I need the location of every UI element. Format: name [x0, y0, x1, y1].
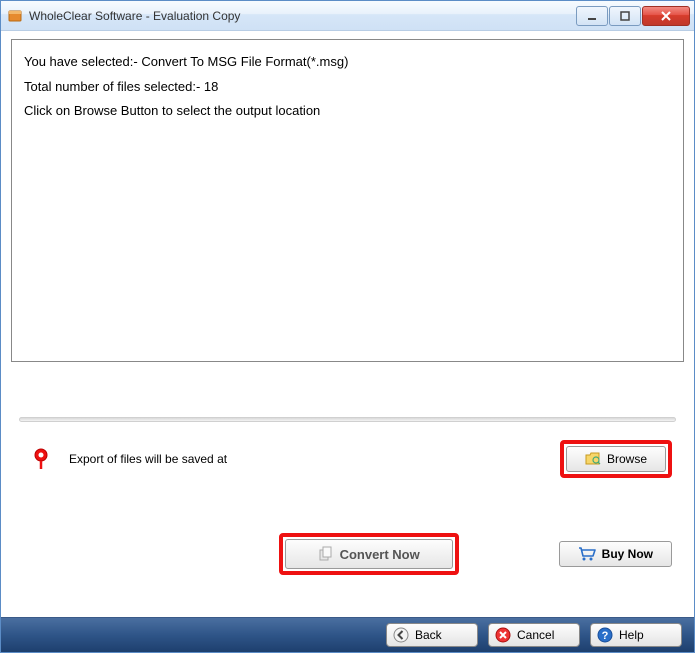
browse-highlight: Browse: [560, 440, 672, 478]
titlebar: WholeClear Software - Evaluation Copy: [1, 1, 694, 31]
convert-now-button[interactable]: Convert Now: [285, 539, 453, 569]
minimize-button[interactable]: [576, 6, 608, 26]
app-icon: [7, 8, 23, 24]
pin-icon: [29, 448, 53, 470]
export-row: Export of files will be saved at Browse: [17, 440, 678, 478]
close-button[interactable]: [642, 6, 690, 26]
copy-icon: [318, 546, 334, 562]
info-line-instruction: Click on Browse Button to select the out…: [24, 99, 671, 124]
cancel-icon: [495, 627, 511, 643]
buy-now-label: Buy Now: [602, 547, 653, 561]
back-button[interactable]: Back: [386, 623, 478, 647]
back-label: Back: [415, 628, 442, 642]
bottombar: Back Cancel ? Help: [1, 617, 694, 652]
cancel-button[interactable]: Cancel: [488, 623, 580, 647]
content-area: You have selected:- Convert To MSG File …: [1, 31, 694, 617]
app-window: WholeClear Software - Evaluation Copy Yo…: [0, 0, 695, 653]
convert-highlight: Convert Now: [279, 533, 459, 575]
svg-text:?: ?: [602, 630, 609, 642]
maximize-button[interactable]: [609, 6, 641, 26]
action-row: Convert Now Buy Now: [17, 478, 678, 593]
help-button[interactable]: ? Help: [590, 623, 682, 647]
folder-search-icon: [585, 452, 601, 466]
divider: [19, 417, 676, 422]
buy-now-button[interactable]: Buy Now: [559, 541, 672, 567]
mid-area: Export of files will be saved at Browse: [11, 362, 684, 617]
browse-button[interactable]: Browse: [566, 446, 666, 472]
export-label: Export of files will be saved at: [69, 452, 560, 466]
cart-icon: [578, 546, 596, 562]
window-controls: [576, 6, 690, 26]
browse-button-label: Browse: [607, 452, 647, 466]
help-label: Help: [619, 628, 644, 642]
info-line-count: Total number of files selected:- 18: [24, 75, 671, 100]
info-panel: You have selected:- Convert To MSG File …: [11, 39, 684, 362]
window-title: WholeClear Software - Evaluation Copy: [29, 9, 576, 23]
cancel-label: Cancel: [517, 628, 554, 642]
info-line-selected: You have selected:- Convert To MSG File …: [24, 50, 671, 75]
convert-now-label: Convert Now: [340, 547, 420, 562]
help-icon: ?: [597, 627, 613, 643]
back-icon: [393, 627, 409, 643]
